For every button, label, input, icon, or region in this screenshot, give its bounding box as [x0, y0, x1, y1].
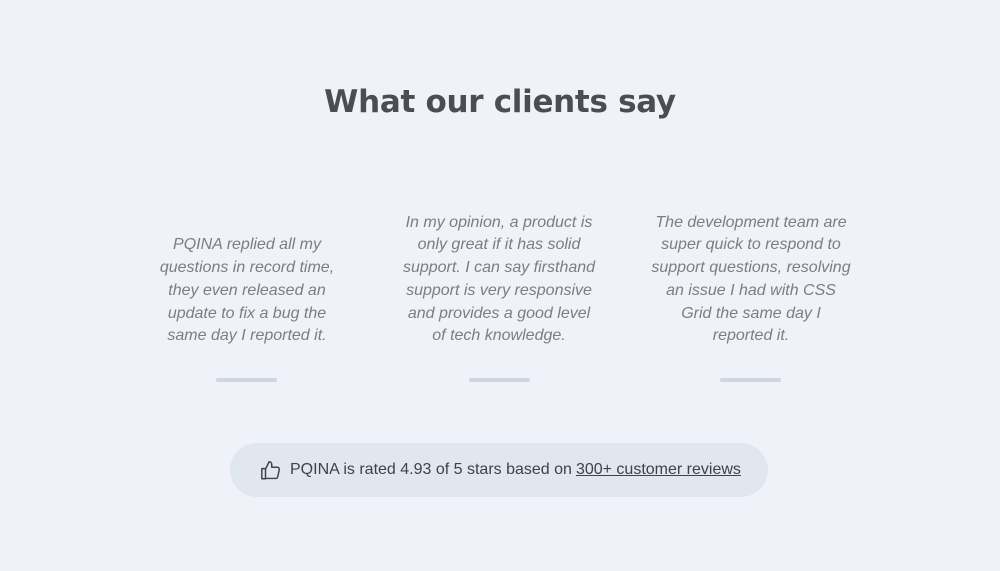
rating-banner: PQINA is rated 4.93 of 5 stars based on …	[230, 443, 768, 497]
rating-text: PQINA is rated 4.93 of 5 stars based on	[290, 461, 572, 478]
testimonial-divider	[469, 378, 530, 382]
testimonial-divider	[216, 378, 277, 382]
testimonial-quote: In my opinion, a product is only great i…	[402, 213, 596, 345]
testimonials-list: PQINA replied all my questions in record…	[0, 188, 1000, 348]
testimonial-divider	[720, 378, 781, 382]
thumbs-up-icon	[260, 459, 282, 481]
section-title: What our clients say	[324, 84, 676, 120]
testimonial-quote: The development team are super quick to …	[651, 213, 851, 345]
testimonial-quote: PQINA replied all my questions in record…	[159, 236, 335, 345]
customer-reviews-link[interactable]: 300+ customer reviews	[576, 461, 741, 479]
